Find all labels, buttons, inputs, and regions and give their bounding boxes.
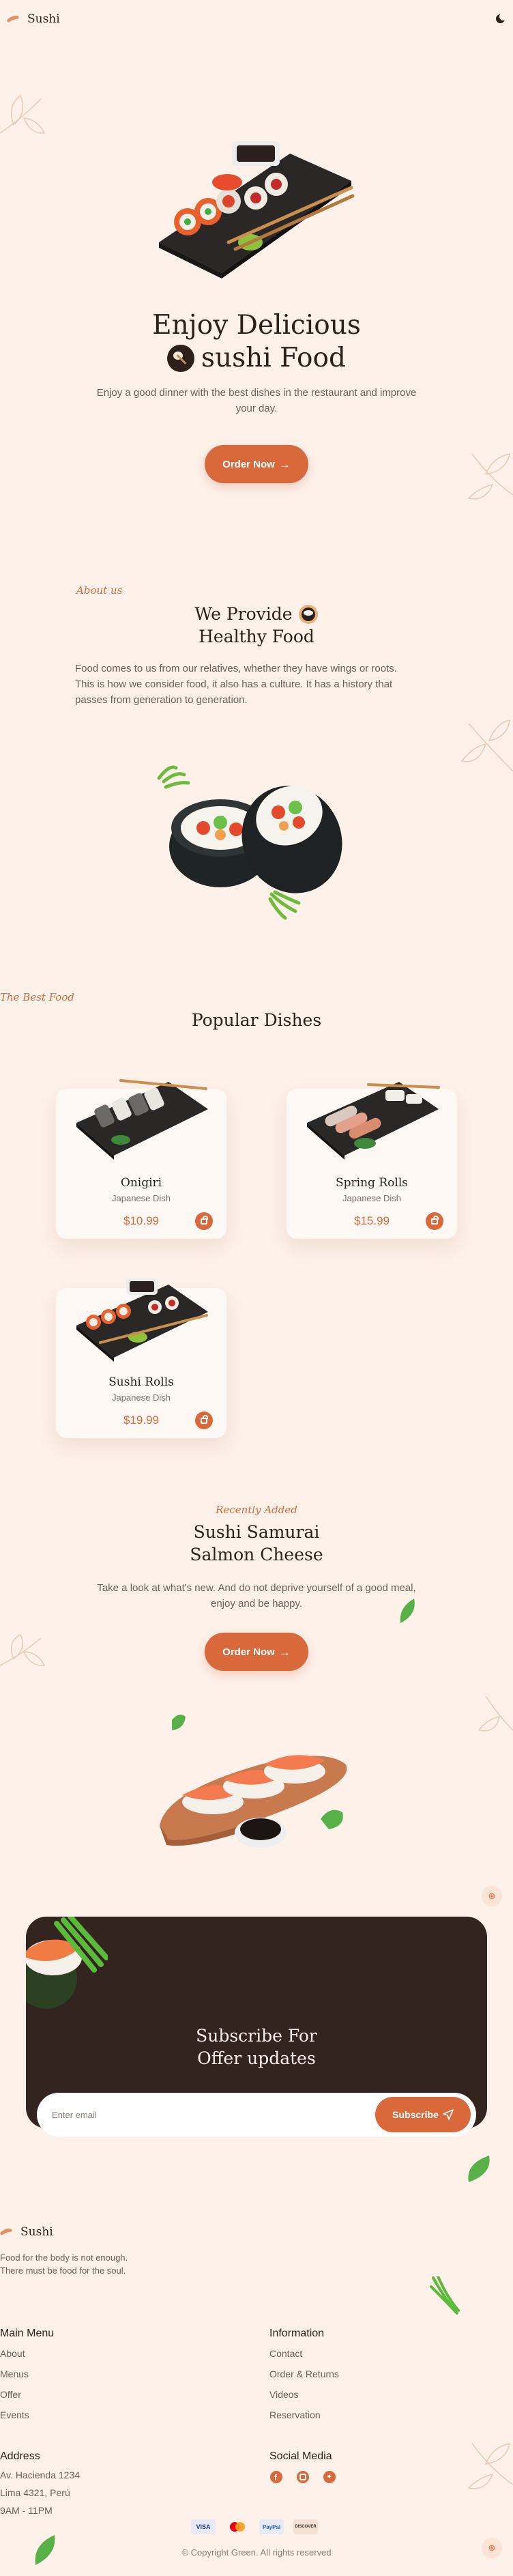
sushi-corner-image xyxy=(26,1917,108,2009)
salmon-nigiri-image xyxy=(160,1714,347,1848)
order-now-button-recent[interactable]: Order Now → xyxy=(205,1633,308,1671)
hero-title-line2: sushi Food xyxy=(201,343,346,373)
social-media-title: Social Media xyxy=(269,2450,332,2462)
dish-type: Japanese Dish xyxy=(112,1193,171,1203)
about-title-line1: We Provide xyxy=(194,604,293,624)
recent-title-line2: Salmon Cheese xyxy=(190,1545,323,1564)
leaf-outline-icon xyxy=(467,453,513,500)
hero-title-line1: Enjoy Delicious xyxy=(152,310,361,341)
footer-link-reservation[interactable]: Reservation xyxy=(269,2409,321,2420)
onigiri-image xyxy=(76,1079,208,1160)
twitter-icon[interactable]: ✦ xyxy=(323,2471,336,2483)
instagram-icon[interactable] xyxy=(297,2471,309,2483)
subscribe-label: Subscribe xyxy=(392,2109,439,2120)
leaf-icon xyxy=(468,2156,490,2182)
hero-description: Enjoy a good dinner with the best dishes… xyxy=(96,387,417,414)
leaf-outline-icon xyxy=(479,1695,513,1732)
sushi-rolls-image xyxy=(157,765,342,920)
dish-name: Spring Rolls xyxy=(336,1176,408,1190)
recent-title-line1: Sushi Samurai xyxy=(193,1522,320,1542)
arrow-right-icon: → xyxy=(278,457,291,471)
recent-title: Sushi Samurai Salmon Cheese xyxy=(0,1521,513,1566)
discover-icon: DISCOVER xyxy=(293,2519,318,2534)
order-now-button[interactable]: Order Now → xyxy=(205,445,308,483)
address-line: Av. Hacienda 1234 xyxy=(0,2470,80,2480)
subscribe-title-line2: Offer updates xyxy=(197,2048,316,2068)
mastercard-icon xyxy=(225,2519,250,2534)
leaf-outline-icon xyxy=(460,719,513,772)
dish-name: Sushi Rolls xyxy=(108,1375,174,1389)
hero-title: Enjoy Delicious sushi Food xyxy=(0,309,513,380)
paypal-icon: PayPal xyxy=(259,2519,284,2534)
leaf-outline-icon xyxy=(0,1633,46,1666)
sushi-logo-icon xyxy=(7,14,22,24)
order-now-label: Order Now xyxy=(222,1646,275,1658)
dish-card-spring-rolls[interactable]: Spring Rolls Japanese Dish $15.99 xyxy=(287,1082,457,1239)
footer-logo-text: Sushi xyxy=(20,2225,53,2239)
dish-type: Japanese Dish xyxy=(342,1193,401,1203)
footer-link-menus[interactable]: Menus xyxy=(0,2369,29,2379)
main-menu-title: Main Menu xyxy=(0,2328,55,2339)
leaf-outline-icon xyxy=(467,2443,513,2489)
sushi-logo-icon xyxy=(0,2227,15,2237)
logo-text: Sushi xyxy=(27,12,60,26)
leaf-icon xyxy=(400,1599,415,1623)
shopping-bag-icon[interactable] xyxy=(195,1212,213,1230)
leaf-outline-icon xyxy=(0,94,46,134)
subscribe-form: Subscribe xyxy=(37,2093,476,2136)
footer-link-events[interactable]: Events xyxy=(0,2409,29,2420)
scroll-up-button-bottom[interactable]: ⊕ xyxy=(482,2538,502,2558)
footer-logo[interactable]: Sushi xyxy=(0,2225,53,2239)
information-title: Information xyxy=(269,2328,325,2339)
about-title: We Provide Healthy Food xyxy=(0,603,513,648)
spring-rolls-image xyxy=(307,1082,440,1160)
site-header: Sushi xyxy=(0,0,513,38)
shopping-bag-icon[interactable] xyxy=(195,1412,213,1429)
about-description: Food comes to us from our relatives, whe… xyxy=(75,663,397,706)
hero-title-line2-wrap: sushi Food xyxy=(167,342,346,375)
footer-link-order-returns[interactable]: Order & Returns xyxy=(269,2369,339,2379)
popular-label: The Best Food xyxy=(0,991,74,1003)
recent-label: Recently Added xyxy=(216,1504,297,1516)
footer-link-offer[interactable]: Offer xyxy=(0,2389,21,2400)
popular-title: Popular Dishes xyxy=(191,1010,322,1030)
logo[interactable]: Sushi xyxy=(7,12,60,26)
send-icon xyxy=(443,2109,454,2120)
about-label: About us xyxy=(76,584,123,597)
moon-icon[interactable] xyxy=(494,13,507,25)
dish-card-onigiri[interactable]: Onigiri Japanese Dish $10.99 xyxy=(56,1079,226,1239)
chopsticks-badge-icon xyxy=(167,345,194,372)
shopping-bag-icon[interactable] xyxy=(426,1212,443,1230)
footer-tagline: Food for the body is not enough. There m… xyxy=(0,2252,128,2276)
address-title: Address xyxy=(0,2450,40,2462)
subscribe-button[interactable]: Subscribe xyxy=(375,2097,471,2132)
email-input[interactable] xyxy=(52,2093,345,2136)
subscribe-title-line1: Subscribe For xyxy=(196,2026,317,2046)
copyright: © Copyright Green. All rights reserved xyxy=(181,2547,332,2558)
opening-hours: 9AM - 11PM xyxy=(0,2505,53,2516)
subscribe-title: Subscribe For Offer updates xyxy=(26,2024,487,2070)
footer-link-videos[interactable]: Videos xyxy=(269,2389,299,2400)
recent-description: Take a look at what's new. And do not de… xyxy=(97,1582,416,1609)
sushi-board-image xyxy=(159,141,355,278)
grass-icon xyxy=(430,2276,460,2315)
address-line: Lima 4321, Perú xyxy=(0,2487,70,2498)
visa-icon: VISA xyxy=(191,2519,216,2534)
facebook-icon[interactable]: f xyxy=(270,2471,282,2483)
arrow-right-icon: → xyxy=(278,1645,291,1659)
footer-link-about[interactable]: About xyxy=(0,2348,25,2359)
about-title-line2: Healthy Food xyxy=(199,627,314,646)
footer-link-contact[interactable]: Contact xyxy=(269,2348,302,2359)
dish-card-sushi-rolls[interactable]: Sushi Rolls Japanese Dish $19.99 xyxy=(56,1278,226,1438)
dish-name: Onigiri xyxy=(120,1176,162,1190)
dish-type: Japanese Dish xyxy=(112,1392,171,1403)
order-now-label: Order Now xyxy=(222,458,275,470)
sushi-bowl-icon xyxy=(298,604,318,624)
sushi-rolls-board-image xyxy=(76,1278,208,1362)
scroll-up-button[interactable]: ⊕ xyxy=(482,1886,502,1906)
